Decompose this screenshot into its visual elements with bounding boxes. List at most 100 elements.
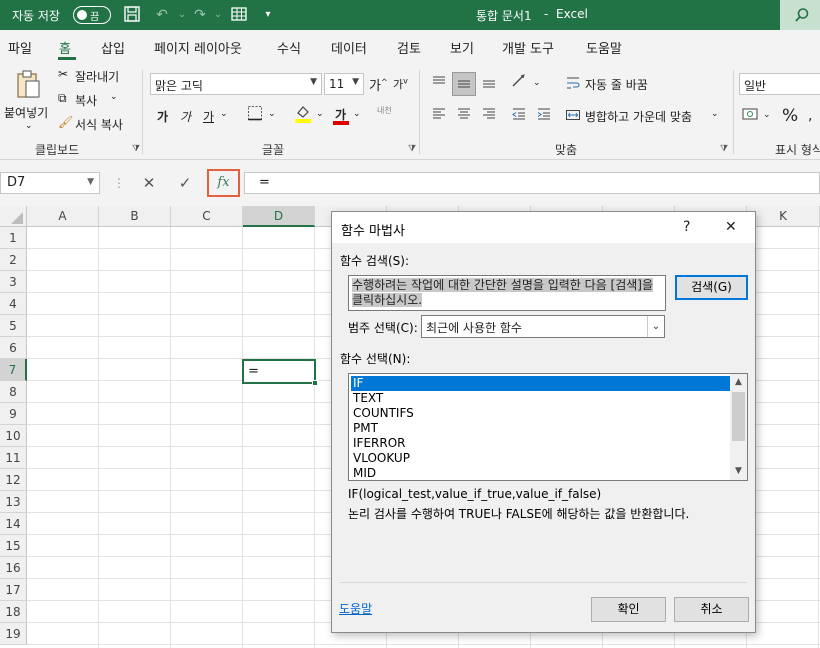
row-header[interactable]: 19 — [0, 623, 27, 645]
row-header[interactable]: 2 — [0, 249, 27, 271]
comma-style-button[interactable]: , — [805, 108, 820, 124]
category-select[interactable]: 최근에 사용한 함수 ⌄ — [421, 315, 665, 338]
row-header[interactable]: 13 — [0, 491, 27, 513]
row-header[interactable]: 1 — [0, 227, 27, 249]
clipboard-launcher-icon[interactable]: ⧩ — [132, 144, 140, 154]
row-header[interactable]: 9 — [0, 403, 27, 425]
function-list-item[interactable]: PMT — [351, 421, 731, 436]
row-header[interactable]: 8 — [0, 381, 27, 403]
column-header[interactable]: K — [747, 206, 820, 227]
column-header[interactable]: B — [99, 206, 171, 227]
scroll-thumb[interactable] — [732, 392, 745, 441]
phonetic-button[interactable]: 내천 — [377, 105, 392, 116]
close-icon[interactable]: ✕ — [725, 219, 737, 235]
undo-dropdown-icon[interactable]: ⌄ — [172, 5, 192, 25]
help-icon[interactable]: ? — [683, 219, 690, 235]
redo-dropdown-icon[interactable]: ⌄ — [208, 5, 228, 25]
tab-home[interactable]: 홈 — [59, 38, 71, 57]
undo-icon[interactable]: ↶ — [152, 5, 172, 25]
orientation-dropdown-icon[interactable]: ⌄ — [533, 78, 541, 88]
decrease-indent-button[interactable] — [509, 106, 529, 126]
underline-button[interactable]: 가 — [203, 108, 214, 125]
orientation-button[interactable] — [509, 73, 531, 93]
row-header[interactable]: 15 — [0, 535, 27, 557]
accounting-format-button[interactable] — [741, 107, 761, 125]
merge-center-button[interactable]: 병합하고 가운데 맞춤 ⌄ — [565, 106, 719, 126]
tab-view[interactable]: 보기 — [450, 38, 474, 57]
function-list-item[interactable]: VLOOKUP — [351, 451, 731, 466]
row-header[interactable]: 11 — [0, 447, 27, 469]
format-painter-button[interactable]: 🖌 서식 복사 — [58, 114, 136, 134]
active-cell[interactable]: = — [242, 359, 318, 386]
tab-data[interactable]: 데이터 — [331, 38, 367, 57]
alignment-launcher-icon[interactable]: ⧩ — [720, 144, 728, 154]
tab-insert[interactable]: 삽입 — [101, 38, 125, 57]
name-box[interactable]: D7 ▼ — [0, 172, 100, 194]
function-list[interactable]: IF TEXT COUNTIFS PMT IFERROR VLOOKUP MID ▲ ▼ — [348, 373, 748, 481]
underline-dropdown-icon[interactable]: ⌄ — [220, 109, 228, 119]
paste-button[interactable]: 붙여넣기 ⌄ — [4, 68, 50, 132]
borders-dropdown-icon[interactable]: ⌄ — [268, 109, 276, 119]
row-header[interactable]: 5 — [0, 315, 27, 337]
tab-developer[interactable]: 개발 도구 — [502, 38, 554, 57]
row-header[interactable]: 6 — [0, 337, 27, 359]
select-all-corner[interactable] — [0, 206, 27, 227]
scroll-up-icon[interactable]: ▲ — [730, 374, 747, 391]
align-top-button[interactable] — [429, 74, 449, 94]
align-center-button[interactable] — [454, 106, 474, 126]
save-icon[interactable] — [122, 5, 142, 25]
tab-page-layout[interactable]: 페이지 레이아웃 — [154, 38, 242, 57]
column-header[interactable]: D — [243, 206, 315, 227]
align-left-button[interactable] — [429, 106, 449, 126]
copy-button[interactable]: ⧉ 복사 ⌄ — [58, 90, 128, 110]
function-list-item[interactable]: COUNTIFS — [351, 406, 731, 421]
tab-help[interactable]: 도움말 — [586, 38, 622, 57]
function-list-item[interactable]: MID — [351, 466, 731, 481]
accounting-dropdown-icon[interactable]: ⌄ — [763, 110, 771, 120]
function-list-item[interactable]: IFERROR — [351, 436, 731, 451]
row-header[interactable]: 17 — [0, 579, 27, 601]
percent-button[interactable]: % — [782, 106, 798, 126]
tab-file[interactable]: 파일 — [8, 38, 32, 57]
align-right-button[interactable] — [479, 106, 499, 126]
search-button[interactable]: 검색(G) — [675, 275, 748, 300]
row-header[interactable]: 16 — [0, 557, 27, 579]
cancel-entry-button[interactable]: ✕ — [136, 172, 162, 194]
increase-indent-button[interactable] — [534, 106, 554, 126]
scroll-down-icon[interactable]: ▼ — [730, 463, 747, 480]
font-size-select[interactable]: 11 ▼ — [324, 73, 364, 95]
align-bottom-button[interactable] — [479, 74, 499, 94]
formula-input[interactable]: = — [244, 172, 820, 194]
italic-button[interactable]: 가 — [180, 108, 191, 125]
font-color-button[interactable]: 가 — [333, 104, 351, 126]
redo-icon[interactable]: ↷ — [190, 5, 210, 25]
cut-button[interactable]: ✂ 잘라내기 — [58, 66, 128, 86]
grow-font-button[interactable]: 가^ — [369, 75, 388, 94]
row-header[interactable]: 12 — [0, 469, 27, 491]
insert-function-button[interactable]: fx — [207, 169, 240, 197]
tab-formulas[interactable]: 수식 — [277, 38, 301, 57]
ok-button[interactable]: 확인 — [591, 597, 666, 622]
wrap-text-button[interactable]: 자동 줄 바꿈 — [565, 74, 665, 94]
function-search-input[interactable]: 수행하려는 작업에 대한 간단한 설명을 입력한 다음 [검색]을 클릭하십시오… — [348, 275, 666, 311]
row-header[interactable]: 10 — [0, 425, 27, 447]
search-box[interactable] — [780, 0, 820, 30]
borders-button[interactable] — [245, 105, 265, 125]
number-format-select[interactable]: 일반 — [739, 73, 820, 95]
font-launcher-icon[interactable]: ⧩ — [408, 144, 416, 154]
column-header[interactable]: C — [171, 206, 243, 227]
align-middle-button[interactable] — [452, 72, 476, 96]
help-link[interactable]: 도움말 — [339, 600, 372, 617]
customize-toolbar-icon[interactable]: ▾ — [258, 5, 278, 25]
fill-color-dropdown-icon[interactable]: ⌄ — [316, 109, 324, 119]
table-icon[interactable] — [229, 5, 249, 25]
list-scrollbar[interactable]: ▲ ▼ — [730, 374, 747, 480]
enter-entry-button[interactable]: ✓ — [172, 172, 198, 194]
row-header[interactable]: 4 — [0, 293, 27, 315]
row-header[interactable]: 14 — [0, 513, 27, 535]
font-color-dropdown-icon[interactable]: ⌄ — [353, 109, 361, 119]
bold-button[interactable]: 가 — [157, 108, 168, 125]
column-header[interactable]: A — [27, 206, 99, 227]
function-list-item[interactable]: IF — [351, 376, 731, 391]
fill-color-button[interactable] — [293, 104, 313, 126]
